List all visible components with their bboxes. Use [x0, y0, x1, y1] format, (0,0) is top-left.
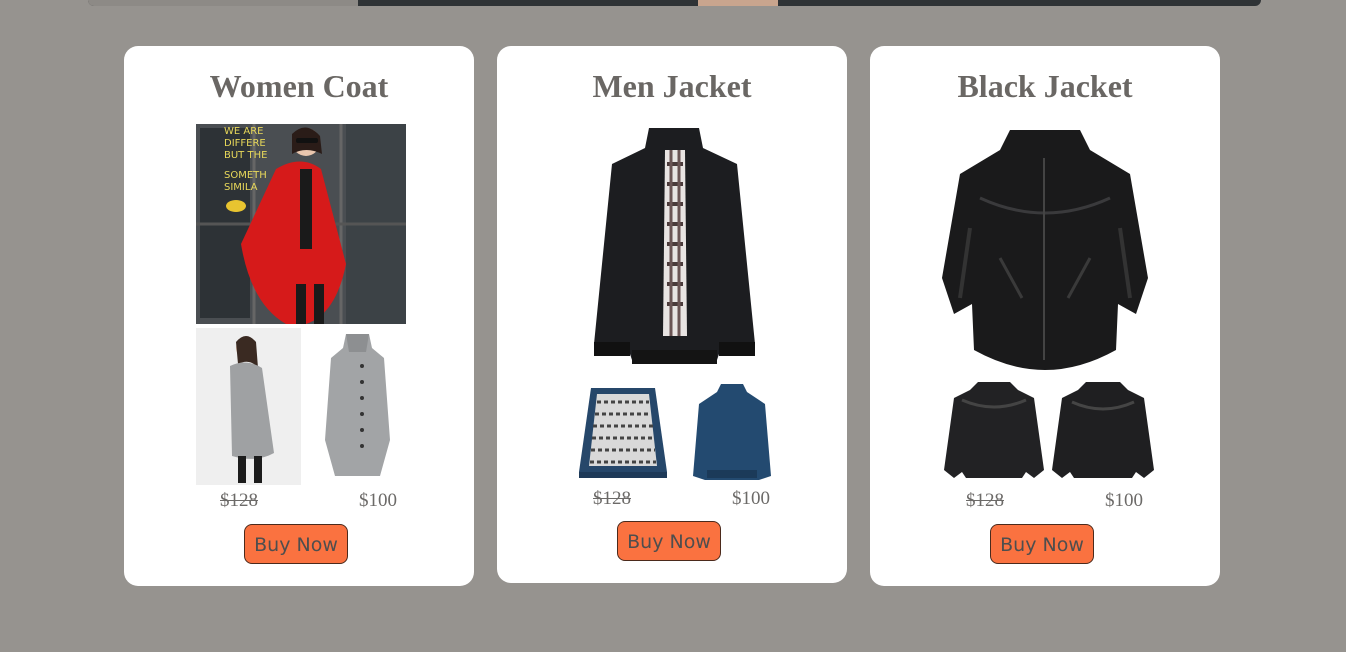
buy-now-button[interactable]: Buy Now [244, 524, 348, 564]
navy-jacket-inside-image [577, 382, 669, 482]
product-title: Black Jacket [957, 68, 1133, 104]
buy-now-button[interactable]: Buy Now [617, 521, 721, 561]
product-card-men-jacket: Men Jacket $128 $100 Buy Now [497, 46, 847, 583]
old-price: $128 [593, 488, 631, 509]
buy-now-button[interactable]: Buy Now [990, 524, 1094, 564]
hero-banner-edge [88, 0, 1261, 6]
grey-coat-model-image [196, 328, 301, 485]
leather-jacket-back-image [1050, 380, 1156, 484]
sale-price: $100 [359, 490, 397, 511]
grey-coat-product-image [320, 330, 395, 480]
svg-text:DIFFERE: DIFFERE [224, 138, 266, 149]
svg-text:WE ARE: WE ARE [224, 126, 264, 137]
svg-text:SIMILA: SIMILA [224, 182, 258, 193]
old-price: $128 [966, 490, 1004, 511]
svg-text:BUT THE: BUT THE [224, 150, 267, 161]
black-bomber-jacket-image [587, 124, 762, 374]
sale-price: $100 [1105, 490, 1143, 511]
black-leather-jacket-image [940, 128, 1150, 370]
product-card-women-coat: Women Coat WE ARE DIFFERE BUT THE SOMETH… [124, 46, 474, 586]
leather-jacket-front-image [942, 380, 1046, 484]
product-title: Women Coat [209, 68, 389, 104]
product-card-black-jacket: Black Jacket $128 $100 Buy Now [870, 46, 1220, 586]
old-price: $128 [220, 490, 258, 511]
svg-text:SOMETH: SOMETH [224, 170, 267, 181]
navy-jacket-back-image [691, 382, 773, 482]
sale-price: $100 [732, 488, 770, 509]
product-title: Men Jacket [592, 68, 752, 104]
red-coat-image: WE ARE DIFFERE BUT THE SOMETH SIMILA [196, 124, 406, 324]
